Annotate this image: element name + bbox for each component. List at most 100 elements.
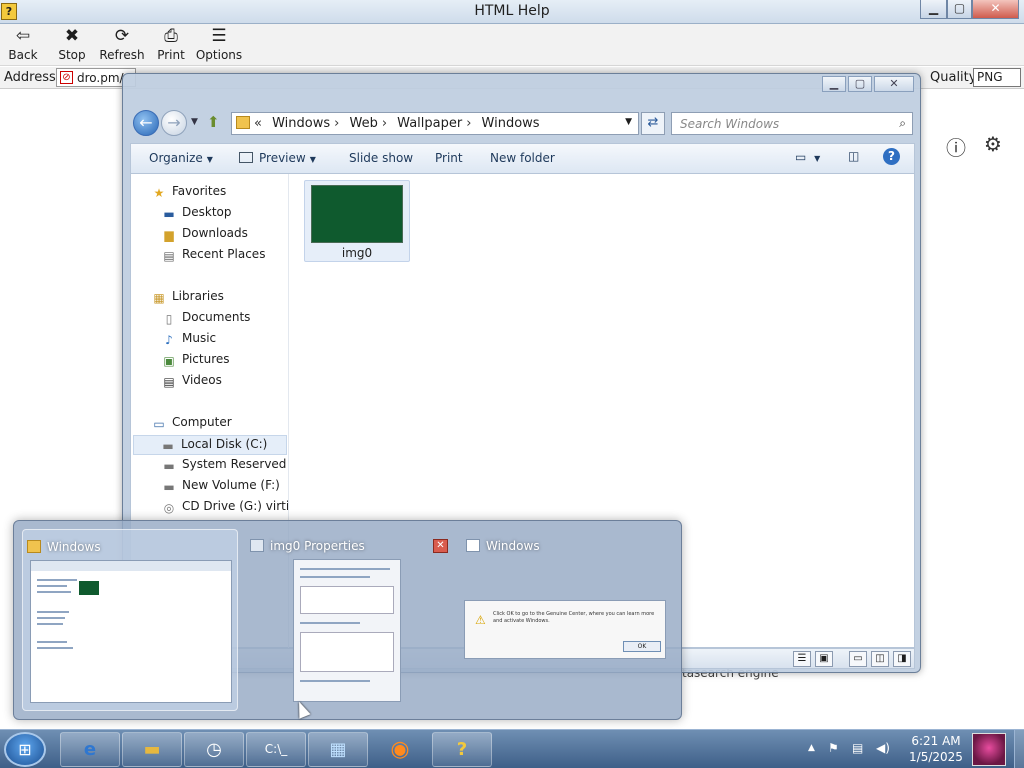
- nav-item-new-volume[interactable]: ▬ New Volume (F:): [161, 478, 280, 494]
- breadcrumb-item[interactable]: Windows: [482, 116, 540, 131]
- scheduler-icon[interactable]: ◷: [184, 732, 244, 767]
- nav-item-system-reserved[interactable]: ▬ System Reserved (E:): [161, 457, 288, 473]
- address-dropdown-icon[interactable]: ▼: [625, 117, 632, 127]
- mini-line: [37, 591, 71, 593]
- breadcrumb-overflow[interactable]: «: [254, 116, 262, 131]
- nav-item-desktop[interactable]: ▬ Desktop: [161, 205, 232, 221]
- switcher-title-text: Windows: [486, 539, 540, 553]
- file-item[interactable]: img0: [304, 180, 410, 262]
- nav-label: Desktop: [182, 205, 232, 219]
- preview-pane-view-icon[interactable]: ◫: [871, 651, 889, 667]
- nav-label: New Volume (F:): [182, 478, 280, 492]
- internet-explorer-icon[interactable]: e: [60, 732, 120, 767]
- preview-pane-icon[interactable]: ◫: [848, 149, 859, 163]
- maximize-button[interactable]: ▢: [947, 0, 972, 19]
- nav-item-local-disk[interactable]: ▬ Local Disk (C:): [133, 435, 287, 455]
- refresh-label: Refresh: [99, 48, 145, 62]
- print-label: Print: [157, 48, 185, 62]
- nav-item-pictures[interactable]: ▣ Pictures: [161, 352, 229, 368]
- nav-item-documents[interactable]: ▯ Documents: [161, 310, 251, 326]
- taskbar: ⊞ e ▬ ◷ C:\_ ▦ ◉ ? ▲ ⚑ ▤ ◀) 6:21 AM 1/5/…: [0, 729, 1024, 768]
- search-placeholder: Search Windows: [680, 117, 780, 131]
- explorer-maximize-button[interactable]: ▢: [848, 76, 872, 92]
- layout-view-icon[interactable]: ▭: [849, 651, 867, 667]
- nav-item-videos[interactable]: ▤ Videos: [161, 373, 222, 389]
- breadcrumb-item[interactable]: Wallpaper: [397, 116, 462, 131]
- switcher-item-title: Windows: [27, 540, 101, 554]
- show-desktop-button[interactable]: [1014, 730, 1024, 768]
- switcher-close-icon[interactable]: ✕: [433, 539, 448, 553]
- explorer-address-bar[interactable]: « Windows › Web › Wallpaper › Windows ▼: [231, 112, 639, 135]
- help-toolbar: ⇦ Back ✖ Stop ⟳ Refresh ⎙ Print ☰ Option…: [0, 24, 1024, 66]
- nav-item-downloads[interactable]: ▆ Downloads: [161, 226, 248, 242]
- options-button[interactable]: ☰ Options: [190, 26, 248, 62]
- mini-line: [300, 622, 360, 624]
- up-folder-icon[interactable]: ⬆: [207, 113, 220, 131]
- html-help-icon[interactable]: ?: [432, 732, 492, 767]
- switcher-item-explorer[interactable]: Windows: [22, 529, 238, 711]
- show-hidden-icons[interactable]: ▲: [808, 743, 815, 753]
- nav-item-recent-places[interactable]: ▤ Recent Places: [161, 247, 265, 263]
- network-icon[interactable]: ▤: [852, 741, 863, 755]
- back-nav-button[interactable]: ←: [133, 110, 159, 136]
- music-icon: ♪: [165, 333, 173, 347]
- image-thumbnail: [311, 185, 403, 243]
- refresh-icon[interactable]: ⇄: [641, 112, 665, 135]
- slide-show-button[interactable]: Slide show: [349, 151, 413, 165]
- details-pane-view-icon[interactable]: ◨: [893, 651, 911, 667]
- drive-icon: ▬: [163, 480, 175, 494]
- nav-label: CD Drive (G:) virtio-v: [182, 499, 289, 513]
- recent-pages-icon[interactable]: ▼: [191, 117, 198, 127]
- ok-button[interactable]: OK: [623, 641, 661, 652]
- print-command-button[interactable]: Print: [435, 151, 463, 165]
- search-icon[interactable]: ⌕: [899, 116, 906, 131]
- quality-select[interactable]: PNG: [973, 68, 1021, 87]
- file-explorer-icon[interactable]: ▬: [122, 732, 182, 767]
- firefox-icon[interactable]: ◉: [370, 732, 430, 767]
- nav-item-cd-drive[interactable]: ◎ CD Drive (G:) virtio-v: [161, 499, 289, 515]
- user-avatar[interactable]: [972, 733, 1006, 766]
- help-icon[interactable]: ?: [883, 148, 900, 165]
- computer-icon: ▭: [153, 417, 165, 431]
- nav-item-music[interactable]: ♪ Music: [161, 331, 216, 347]
- mini-line: [37, 647, 73, 649]
- downloads-icon: ▆: [164, 228, 174, 242]
- control-panel-icon[interactable]: ▦: [308, 732, 368, 767]
- close-button[interactable]: ✕: [972, 0, 1019, 19]
- nav-label: Libraries: [172, 289, 224, 303]
- breadcrumb-item[interactable]: Windows: [272, 116, 330, 131]
- nav-favorites[interactable]: ★ Favorites: [151, 184, 227, 200]
- nav-computer[interactable]: ▭ Computer: [151, 415, 231, 431]
- clock[interactable]: 6:21 AM 1/5/2025: [906, 733, 966, 765]
- back-label: Back: [8, 48, 38, 62]
- organize-button[interactable]: Organize ▼: [149, 151, 213, 165]
- start-orb-icon[interactable]: ⊞: [4, 732, 46, 767]
- minimize-button[interactable]: ▁: [920, 0, 947, 19]
- search-input[interactable]: Search Windows ⌕: [671, 112, 913, 135]
- page-icon: ⊘: [60, 71, 73, 84]
- action-center-icon[interactable]: ⚑: [828, 741, 839, 755]
- breadcrumb-item[interactable]: Web: [349, 116, 377, 131]
- gear-icon[interactable]: ⚙: [984, 132, 1002, 156]
- view-options-icon[interactable]: ▭ ▼: [795, 150, 820, 164]
- nav-label: Local Disk (C:): [181, 437, 268, 451]
- nav-label: Documents: [182, 310, 251, 324]
- new-folder-button[interactable]: New folder: [490, 151, 555, 165]
- command-prompt-icon[interactable]: C:\_: [246, 732, 306, 767]
- details-view-icon[interactable]: ☰: [793, 651, 811, 667]
- volume-icon[interactable]: ◀): [876, 741, 890, 755]
- explorer-minimize-button[interactable]: ▁: [822, 76, 846, 92]
- tiles-view-icon[interactable]: ▣: [815, 651, 833, 667]
- folder-icon: [236, 116, 250, 129]
- warning-icon: ⚠: [475, 613, 486, 627]
- preview-button[interactable]: Preview ▼: [239, 151, 316, 165]
- refresh-icon: ⟳: [114, 26, 130, 46]
- libraries-icon: ▦: [153, 291, 165, 305]
- switcher-item-activation[interactable]: Windows ⚠ Click OK to go to the Genuine …: [462, 529, 674, 711]
- explorer-close-button[interactable]: ✕: [874, 76, 914, 92]
- info-icon[interactable]: ⓘ: [946, 132, 966, 161]
- nav-libraries[interactable]: ▦ Libraries: [151, 289, 224, 305]
- forward-nav-button[interactable]: →: [161, 110, 187, 136]
- documents-icon: ▯: [165, 312, 173, 326]
- switcher-item-properties[interactable]: img0 Properties ✕: [246, 529, 454, 711]
